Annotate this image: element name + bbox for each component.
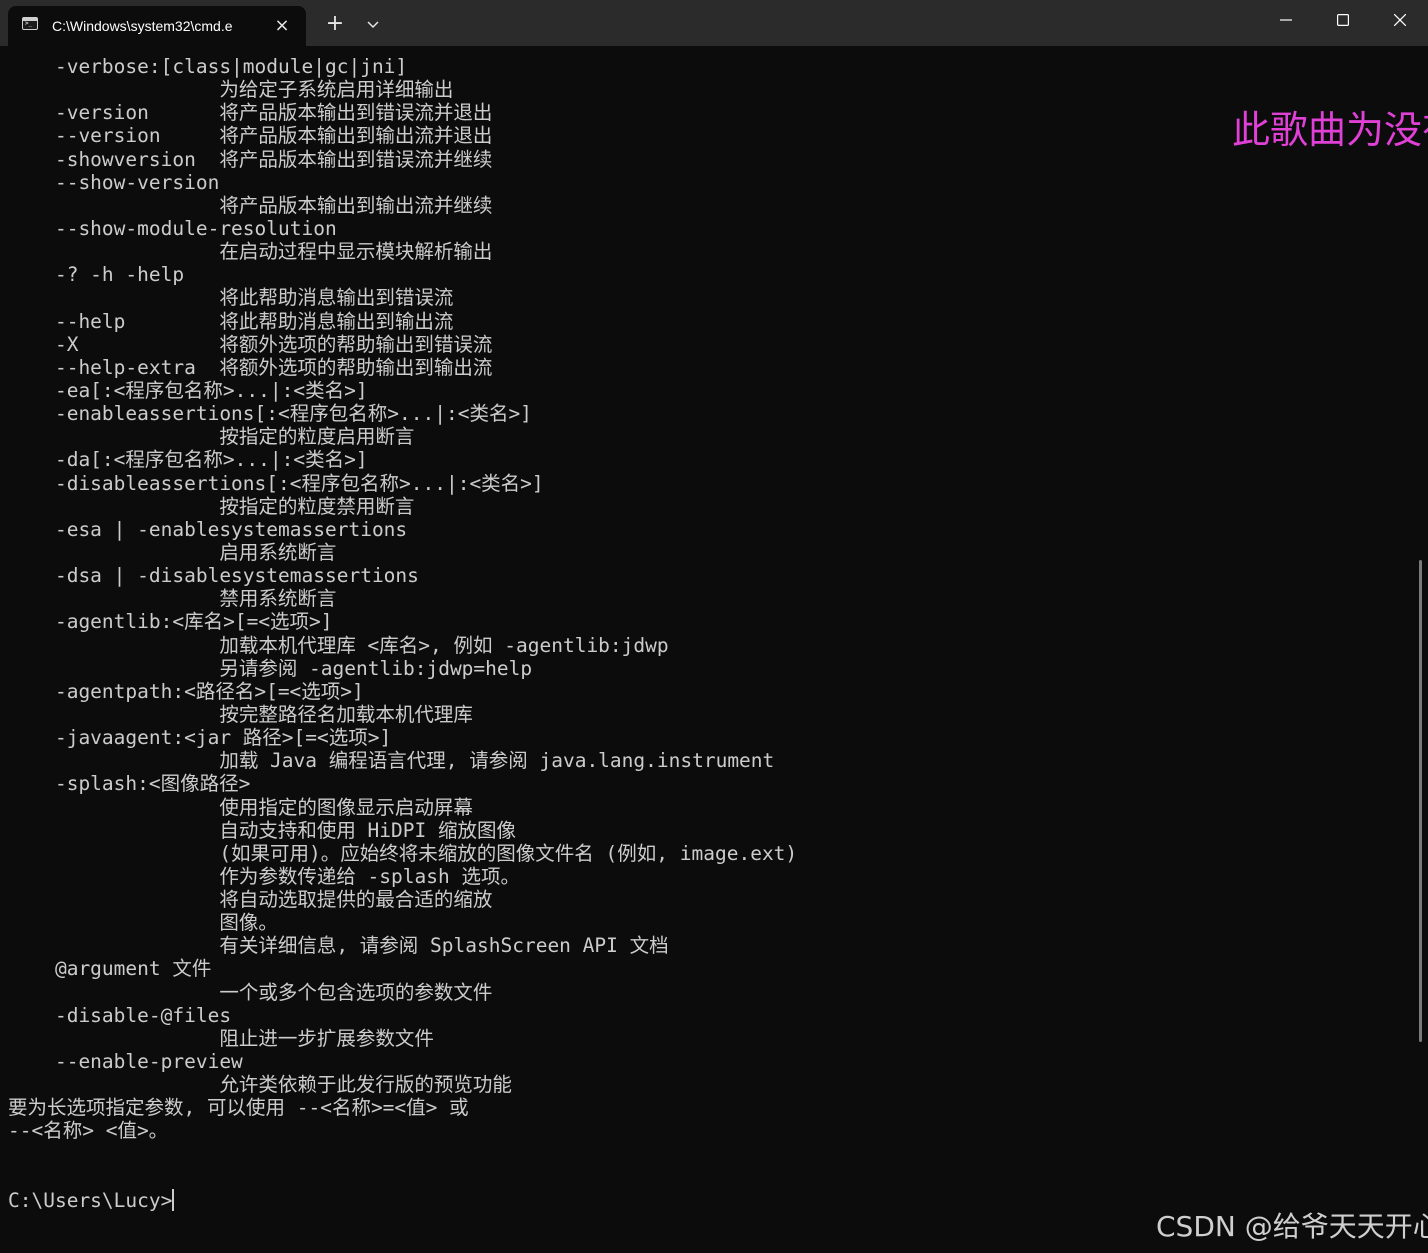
console-line: 加载本机代理库 <库名>, 例如 -agentlib:jdwp xyxy=(8,633,669,657)
console-line: 按指定的粒度禁用断言 xyxy=(8,494,415,518)
console-line: -disableassertions[:<程序包名称>...|:<类名>] xyxy=(8,471,544,495)
console-line: -da[:<程序包名称>...|:<类名>] xyxy=(8,448,368,472)
console-line: --show-module-resolution xyxy=(8,216,337,240)
tab-dropdown-button[interactable] xyxy=(358,11,388,39)
console-line: 按指定的粒度启用断言 xyxy=(8,425,415,449)
terminal-icon xyxy=(22,17,38,30)
maximize-button[interactable] xyxy=(1315,0,1371,42)
console-line: -? -h -help xyxy=(8,263,185,287)
minimize-button[interactable] xyxy=(1258,0,1314,42)
console-line: 将自动选取提供的最合适的缩放 xyxy=(8,888,493,912)
console-line: 将产品版本输出到输出流并继续 xyxy=(8,193,493,217)
console-line: --<名称> <值>。 xyxy=(8,1119,169,1143)
console-line: 启用系统断言 xyxy=(8,540,337,564)
console-line: --help 将此帮助消息输出到输出流 xyxy=(8,309,454,333)
song-overlay-text: 此歌曲为没有 xyxy=(1232,108,1428,152)
console-line: 另请参阅 -agentlib:jdwp=help xyxy=(8,656,533,680)
close-icon xyxy=(1394,14,1406,26)
console-line: 加载 Java 编程语言代理, 请参阅 java.lang.instrument xyxy=(8,749,775,773)
console-output[interactable]: -verbose:[class|module|gc|jni] 为给定子系统启用详… xyxy=(8,55,1408,1245)
console-line: (如果可用)。应始终将未缩放的图像文件名 (例如, image.ext) xyxy=(8,841,798,865)
scrollbar-thumb[interactable] xyxy=(1419,560,1422,1042)
console-line: 作为参数传递给 -splash 选项。 xyxy=(8,864,520,888)
console-line: -enableassertions[:<程序包名称>...|:<类名>] xyxy=(8,402,532,426)
console-line: @argument 文件 xyxy=(8,957,212,981)
text-cursor xyxy=(172,1188,175,1211)
console-line: -showversion 将产品版本输出到错误流并继续 xyxy=(8,147,493,171)
console-line: -agentpath:<路径名>[=<选项>] xyxy=(8,679,364,703)
console-line: --help-extra 将额外选项的帮助输出到输出流 xyxy=(8,355,493,379)
watermark: CSDN @给爷天天开心 xyxy=(1156,1210,1428,1243)
close-tab-icon[interactable]: × xyxy=(270,14,294,38)
console-line: -X 将额外选项的帮助输出到错误流 xyxy=(8,332,493,356)
new-tab-button[interactable]: + xyxy=(320,11,350,39)
console-line: --show-version xyxy=(8,170,220,194)
console-line: -ea[:<程序包名称>...|:<类名>] xyxy=(8,378,368,402)
console-line: 为给定子系统启用详细输出 xyxy=(8,78,454,102)
console-line: -esa | -enablesystemassertions xyxy=(8,517,408,541)
tab-cmd[interactable]: C:\Windows\system32\cmd.e × xyxy=(8,6,306,46)
maximize-icon xyxy=(1337,14,1349,26)
console-line: 将此帮助消息输出到错误流 xyxy=(8,286,454,310)
console-line: -splash:<图像路径> xyxy=(8,772,251,796)
tab-title: C:\Windows\system32\cmd.e xyxy=(52,18,233,34)
console-line: -verbose:[class|module|gc|jni] xyxy=(8,55,408,78)
console-line: 禁用系统断言 xyxy=(8,587,337,611)
console-line: 允许类依赖于此发行版的预览功能 xyxy=(8,1073,512,1097)
console-line: 要为长选项指定参数, 可以使用 --<名称>=<值> 或 xyxy=(8,1096,469,1120)
console-line: 阻止进一步扩展参数文件 xyxy=(8,1026,434,1050)
minimize-icon xyxy=(1280,19,1292,21)
console-line: -disable-@files xyxy=(8,1003,232,1027)
console-line: 一个或多个包含选项的参数文件 xyxy=(8,980,493,1004)
console-line: 有关详细信息, 请参阅 SplashScreen API 文档 xyxy=(8,934,669,958)
console-line: -dsa | -disablesystemassertions xyxy=(8,564,419,588)
title-bar[interactable]: C:\Windows\system32\cmd.e × + xyxy=(0,0,1428,46)
console-line: --enable-preview xyxy=(8,1050,243,1074)
close-window-button[interactable] xyxy=(1372,0,1428,42)
console-line: 自动支持和使用 HiDPI 缩放图像 xyxy=(8,818,516,842)
console-line: -javaagent:<jar 路径>[=<选项>] xyxy=(8,726,392,750)
terminal-window: C:\Windows\system32\cmd.e × + -ver xyxy=(0,0,1428,1253)
console-line: 图像。 xyxy=(8,911,278,935)
console-line: -version 将产品版本输出到错误流并退出 xyxy=(8,101,493,125)
console-line: 使用指定的图像显示启动屏幕 xyxy=(8,795,473,819)
console-line: --version 将产品版本输出到输出流并退出 xyxy=(8,124,493,148)
console-line: 按完整路径名加载本机代理库 xyxy=(8,702,473,726)
console-line: 在启动过程中显示模块解析输出 xyxy=(8,240,493,264)
prompt-text: C:\Users\Lucy> xyxy=(8,1188,173,1212)
console-line: -agentlib:<库名>[=<选项>] xyxy=(8,610,333,634)
chevron-down-icon xyxy=(367,21,379,29)
